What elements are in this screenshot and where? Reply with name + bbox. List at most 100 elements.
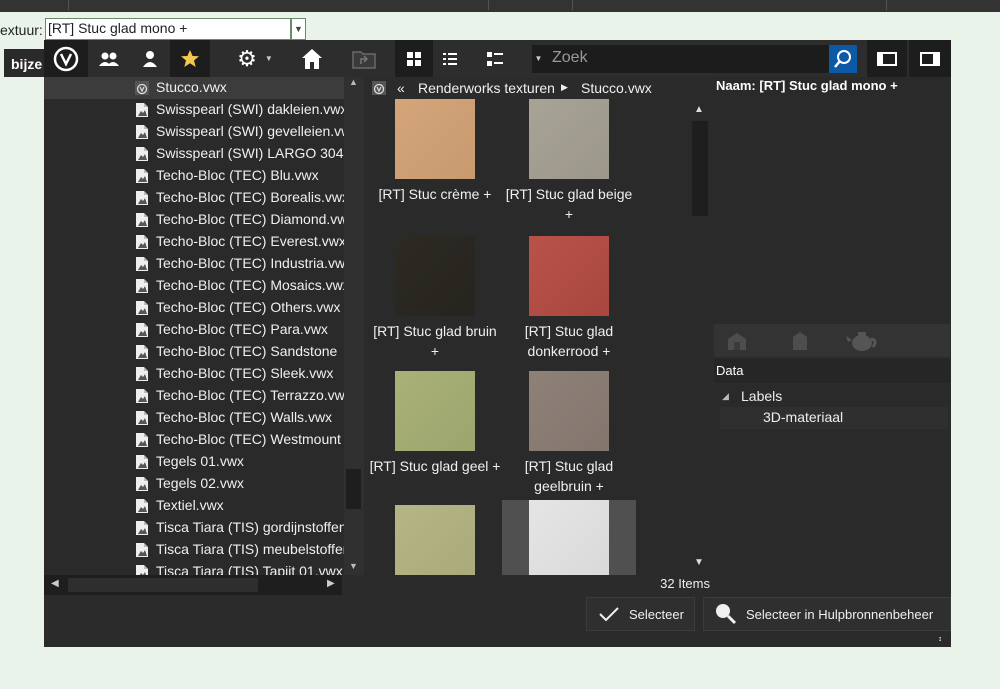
- scrollbar-thumb[interactable]: [68, 578, 258, 592]
- users-button[interactable]: [88, 40, 130, 77]
- tree-item-label: Techo-Bloc (TEC) Blu.vwx: [156, 167, 319, 183]
- texture-label[interactable]: [RT] Stuc glad donkerrood +: [502, 321, 636, 361]
- grid-view-icon: [407, 51, 421, 66]
- library-file-icon: [136, 279, 148, 293]
- scroll-down-icon[interactable]: ▼: [349, 561, 358, 571]
- home-button[interactable]: [292, 40, 332, 77]
- texture-thumbnail[interactable]: [395, 99, 475, 179]
- search-button[interactable]: [829, 45, 857, 73]
- tree-item-label: Techo-Bloc (TEC) Sandstone: [156, 343, 338, 359]
- tree-item[interactable]: Tisca Tiara (TIS) meubelstoffen: [44, 539, 344, 561]
- tree-item-label: Techo-Bloc (TEC) Diamond.vwx: [156, 211, 344, 227]
- tree-item[interactable]: Stucco.vwx: [44, 77, 344, 99]
- scrollbar-thumb[interactable]: [692, 121, 708, 216]
- texture-thumbnail[interactable]: [529, 371, 609, 451]
- tree-item-label: Swisspearl (SWI) dakleien.vwx: [156, 101, 344, 117]
- scroll-right-icon[interactable]: ▶: [327, 578, 335, 589]
- tree-item[interactable]: Swisspearl (SWI) dakleien.vwx: [44, 99, 344, 121]
- texture-thumbnail[interactable]: [529, 99, 609, 179]
- scrollbar-thumb[interactable]: [346, 469, 361, 509]
- texture-select[interactable]: [RT] Stuc glad mono +: [45, 18, 291, 40]
- tag-label: 3D-materiaal: [763, 409, 844, 425]
- texture-dropdown-button[interactable]: ▼: [291, 18, 306, 40]
- library-file-icon: [136, 235, 148, 249]
- folder-up-button[interactable]: [344, 40, 384, 77]
- toolbar: ⚙ ▼ ▼ Zoek: [44, 40, 951, 77]
- tree-item[interactable]: Tegels 02.vwx: [44, 473, 344, 495]
- tree-item-label: Stucco.vwx: [156, 79, 227, 95]
- scroll-up-icon[interactable]: ▲: [349, 77, 358, 87]
- tree-item-label: Techo-Bloc (TEC) Sleek.vwx: [156, 365, 334, 381]
- tree-item[interactable]: Techo-Bloc (TEC) Mosaics.vwx: [44, 275, 344, 297]
- scroll-down-icon[interactable]: ▼: [694, 557, 704, 568]
- texture-label[interactable]: [RT] Stuc crème +: [368, 184, 502, 204]
- breadcrumb-segment[interactable]: Stucco.vwx: [581, 80, 652, 96]
- two-pane-button[interactable]: [867, 40, 907, 77]
- texture-thumbnail[interactable]: [395, 505, 475, 575]
- library-file-icon: [136, 257, 148, 271]
- tree-item[interactable]: Tisca Tiara (TIS) gordijnstoffen: [44, 517, 344, 539]
- texture-thumbnail[interactable]: [395, 236, 475, 316]
- folder-up-icon: [352, 50, 376, 69]
- tree-item[interactable]: Techo-Bloc (TEC) Sandstone: [44, 341, 344, 363]
- labels-group[interactable]: Labels: [741, 388, 782, 404]
- tree-item[interactable]: Techo-Bloc (TEC) Sleek.vwx: [44, 363, 344, 385]
- favorites-button[interactable]: [170, 40, 210, 77]
- library-file-icon: [136, 103, 148, 117]
- tree-item[interactable]: Swisspearl (SWI) LARGO 304: [44, 143, 344, 165]
- texture-thumbnail[interactable]: [529, 236, 609, 316]
- tree-item[interactable]: Techo-Bloc (TEC) Walls.vwx: [44, 407, 344, 429]
- grid-view-button[interactable]: [395, 40, 433, 77]
- texture-label[interactable]: [RT] Stuc glad geelbruin +: [502, 456, 636, 496]
- texture-label[interactable]: [RT] Stuc glad beige +: [502, 184, 636, 224]
- preview-teapot-button[interactable]: [840, 324, 884, 357]
- tree-item[interactable]: Techo-Bloc (TEC) Industria.vwx: [44, 253, 344, 275]
- top-bar-separator: [68, 0, 69, 10]
- search-icon: [716, 604, 737, 625]
- scroll-left-icon[interactable]: ◀: [51, 578, 59, 589]
- side-tab[interactable]: bijze: [4, 49, 46, 77]
- tree-item[interactable]: Swisspearl (SWI) gevelleien.vwx: [44, 121, 344, 143]
- tree-item[interactable]: Techo-Bloc (TEC) Terrazzo.vwx: [44, 385, 344, 407]
- detail-list-button[interactable]: [477, 40, 513, 77]
- search-scope-dropdown[interactable]: ▼: [532, 45, 545, 73]
- tree-vertical-scrollbar[interactable]: ▲ ▼: [344, 77, 364, 575]
- select-button[interactable]: Selecteer: [586, 597, 695, 631]
- tree-item[interactable]: Techo-Bloc (TEC) Others.vwx: [44, 297, 344, 319]
- tree-item[interactable]: Techo-Bloc (TEC) Westmount: [44, 429, 344, 451]
- list-view-button[interactable]: [433, 40, 467, 77]
- tree-item[interactable]: Techo-Bloc (TEC) Borealis.vwx: [44, 187, 344, 209]
- tree-item[interactable]: Tisca Tiara (TIS) Tapijt 01.vwx: [44, 561, 344, 575]
- user-button[interactable]: [130, 40, 170, 77]
- grid-vertical-scrollbar[interactable]: ▲ ▼: [690, 99, 710, 575]
- tag-row[interactable]: 3D-materiaal: [720, 407, 948, 429]
- preview-object-button[interactable]: [780, 324, 820, 357]
- tree-item[interactable]: Techo-Bloc (TEC) Para.vwx: [44, 319, 344, 341]
- preview-building-button[interactable]: [714, 324, 760, 357]
- tree-item-label: Techo-Bloc (TEC) Westmount: [156, 431, 341, 447]
- tree-horizontal-scrollbar[interactable]: ◀ ▶: [44, 575, 342, 595]
- resize-grip-icon[interactable]: ⠆: [938, 634, 945, 645]
- tree-item[interactable]: Textiel.vwx: [44, 495, 344, 517]
- tree-item-label: Swisspearl (SWI) gevelleien.vwx: [156, 123, 344, 139]
- settings-button[interactable]: ⚙ ▼: [226, 40, 284, 77]
- texture-thumbnail[interactable]: [529, 500, 609, 575]
- texture-thumbnail[interactable]: [395, 371, 475, 451]
- tree-item[interactable]: Tegels 01.vwx: [44, 451, 344, 473]
- texture-label[interactable]: [RT] Stuc glad geel +: [368, 456, 502, 476]
- texture-label: extuur:: [0, 22, 43, 38]
- expand-triangle-icon[interactable]: ◢: [722, 391, 729, 402]
- vectorworks-logo-button[interactable]: [44, 40, 88, 77]
- tree-item[interactable]: Techo-Bloc (TEC) Everest.vwx: [44, 231, 344, 253]
- tree-item[interactable]: Techo-Bloc (TEC) Blu.vwx: [44, 165, 344, 187]
- two-pane-icon: [877, 51, 897, 66]
- search-input[interactable]: Zoek: [545, 45, 857, 73]
- breadcrumb-segment[interactable]: Renderworks texturen: [418, 80, 555, 96]
- scroll-up-icon[interactable]: ▲: [694, 104, 704, 115]
- select-in-manager-button[interactable]: Selecteer in Hulpbronnenbeheer: [703, 597, 951, 631]
- breadcrumb-back[interactable]: «: [397, 80, 405, 96]
- preview-pane-button[interactable]: [909, 40, 951, 77]
- texture-label[interactable]: [RT] Stuc glad bruin +: [368, 321, 502, 361]
- name-value: [RT] Stuc glad mono +: [759, 78, 898, 93]
- tree-item[interactable]: Techo-Bloc (TEC) Diamond.vwx: [44, 209, 344, 231]
